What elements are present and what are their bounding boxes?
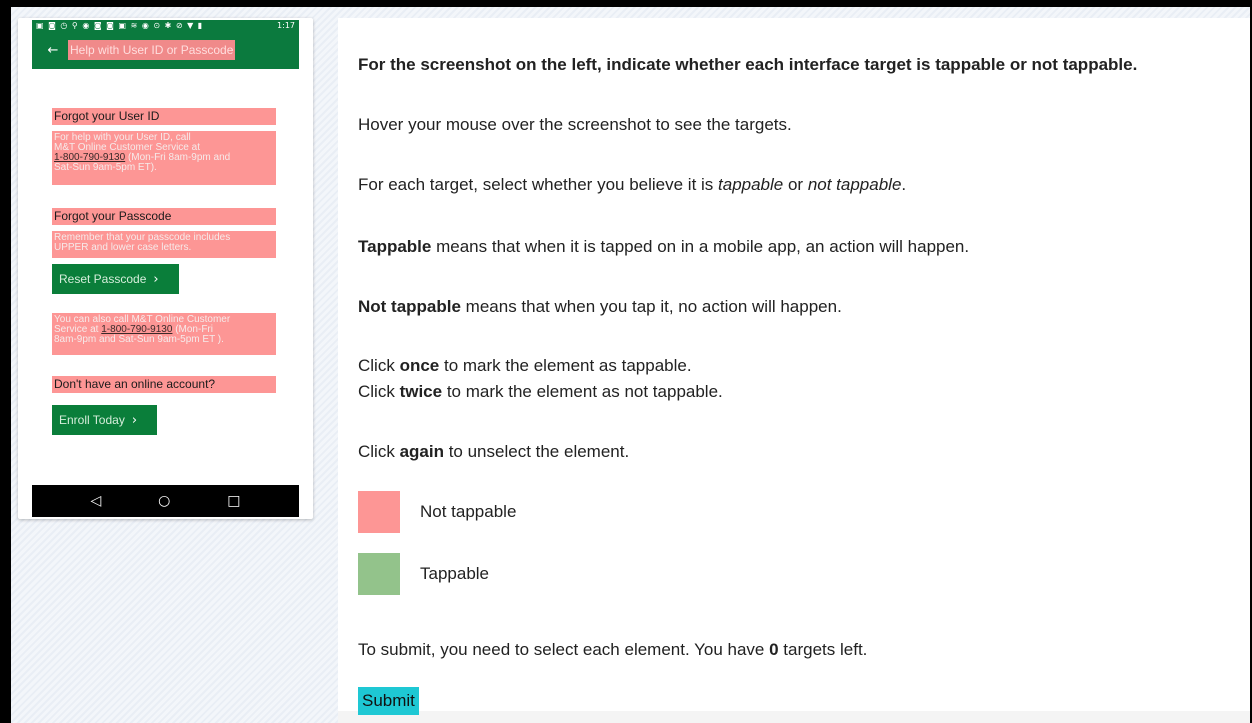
chevron-right-icon: › [153,271,159,287]
submit-button[interactable]: Submit [358,687,419,715]
reset-passcode-label: Reset Passcode [59,272,147,286]
also-call-target[interactable]: You can also call M&T Online Customer Se… [52,313,276,355]
footer-strip [338,711,1250,723]
tappable-definition-text: means that when it is tapped on in a mob… [431,237,970,256]
click-once-bold: once [399,356,440,375]
submit-status: To submit, you need to select each eleme… [358,640,867,660]
page-frame: ▣ ◙ ◷ ⚲ ◉ ◙ ◙ ▣ ≋ ◉ ⊙ ✱ ⊘ ▼ ▮ 1:17 ← Hel… [11,7,1250,723]
nav-home-icon[interactable]: ○ [158,493,170,509]
click-again-bold: again [399,442,444,461]
enroll-today-button[interactable]: Enroll Today › [52,405,157,435]
appbar-title-target[interactable]: Help with User ID or Passcode [68,40,236,60]
user-id-help-target[interactable]: For help with your User ID, call M&T Onl… [52,131,276,185]
passcode-help-target[interactable]: Remember that your passcode includes UPP… [52,231,276,258]
click-twice-instruction: Click twice to mark the element as not t… [358,382,723,402]
select-text: For each target, select whether you beli… [358,175,719,194]
click-again-pre: Click [358,442,400,461]
instruction-title: For the screenshot on the left, indicate… [358,55,1138,74]
click-twice-pre: Click [358,382,400,401]
click-again-instruction: Click again to unselect the element. [358,442,629,462]
instruction-panel: For the screenshot on the left, indicate… [338,18,1250,723]
legend-not-tappable-swatch [358,491,400,533]
nav-back-icon[interactable]: ◁ [90,493,101,509]
select-instruction: For each target, select whether you beli… [358,175,906,195]
reset-passcode-button[interactable]: Reset Passcode › [52,264,179,294]
select-not-tappable-word: not tappable [807,175,902,194]
select-or: or [783,175,808,194]
tappable-definition: Tappable means that when it is tapped on… [358,237,969,257]
android-status-bar: ▣ ◙ ◷ ⚲ ◉ ◙ ◙ ▣ ≋ ◉ ⊙ ✱ ⊘ ▼ ▮ 1:17 [32,20,299,31]
click-once-instruction: Click once to mark the element as tappab… [358,356,692,376]
back-arrow-icon[interactable]: ← [38,43,68,58]
also-call-line-3: 8am-9pm and Sat-Sun 9am-5pm ET ). [54,334,224,345]
click-once-rest: to mark the element as tappable. [439,356,692,375]
nav-recent-icon[interactable]: □ [227,493,240,509]
not-tappable-definition: Not tappable means that when you tap it,… [358,297,842,317]
forgot-passcode-target[interactable]: Forgot your Passcode [52,208,276,225]
not-tappable-definition-text: means that when you tap it, no action wi… [460,297,842,316]
android-nav-bar: ◁ ○ □ [32,485,299,517]
submit-status-post: targets left. [778,640,868,659]
click-twice-bold: twice [399,382,443,401]
select-tappable-word: tappable [718,175,784,194]
status-time: 1:17 [277,21,295,30]
legend-not-tappable-label: Not tappable [420,502,517,521]
tappable-term: Tappable [358,237,432,256]
legend-tappable-label: Tappable [420,564,490,583]
select-end: . [901,175,907,194]
forgot-user-id-target[interactable]: Forgot your User ID [52,108,276,125]
enroll-today-label: Enroll Today [59,413,125,427]
phone-screenshot-card: ▣ ◙ ◷ ⚲ ◉ ◙ ◙ ▣ ≋ ◉ ⊙ ✱ ⊘ ▼ ▮ 1:17 ← Hel… [18,18,313,519]
status-icons: ▣ ◙ ◷ ⚲ ◉ ◙ ◙ ▣ ≋ ◉ ⊙ ✱ ⊘ ▼ ▮ [36,21,204,30]
hover-instruction: Hover your mouse over the screenshot to … [358,115,792,134]
submit-status-pre: To submit, you need to select each eleme… [358,640,770,659]
not-tappable-term: Not tappable [358,297,461,316]
click-twice-rest: to mark the element as not tappable. [442,382,723,401]
app-bar: ← Help with User ID or Passcode [32,31,299,69]
chevron-right-icon: › [131,412,138,428]
click-once-pre: Click [358,356,400,375]
no-account-target[interactable]: Don't have an online account? [52,376,276,393]
legend-tappable-swatch [358,553,400,595]
passcode-help-line-2: UPPER and lower case letters. [54,242,192,253]
user-id-help-line-4: Sat-Sun 9am-5pm ET). [54,162,157,173]
click-again-rest: to unselect the element. [443,442,630,461]
targets-left-count: 0 [769,640,779,659]
